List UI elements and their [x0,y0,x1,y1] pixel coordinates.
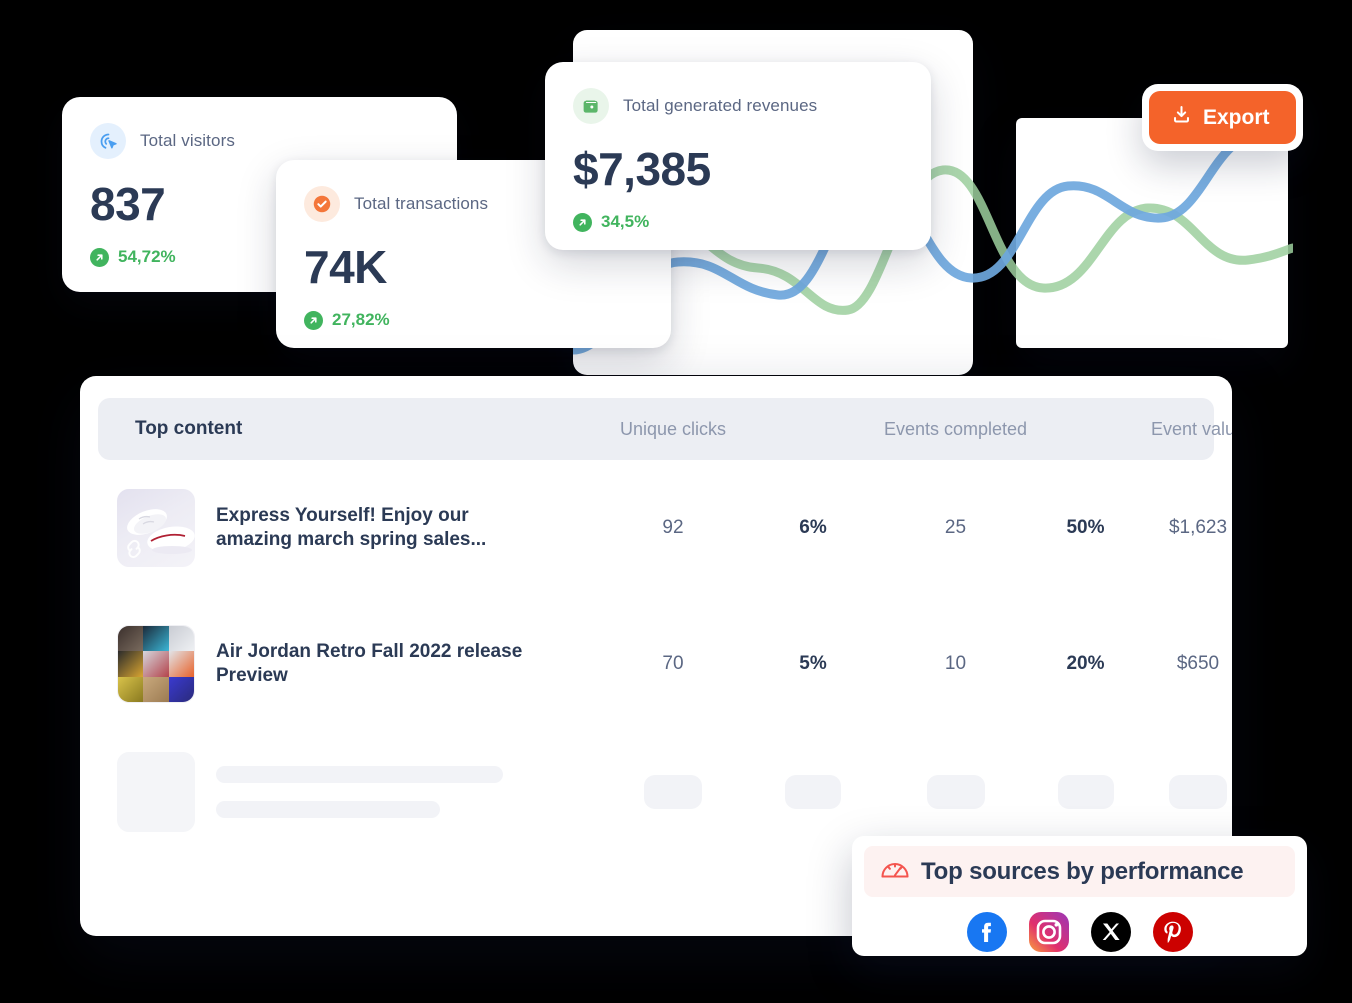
kpi-delta: 27,82% [304,310,641,330]
cell-unique-clicks: 70 [662,653,684,674]
pinterest-icon[interactable] [1152,911,1194,953]
arrow-up-right-icon [304,310,323,330]
kpi-delta-value: 27,82% [332,310,390,329]
kpi-value: 74K [304,241,387,293]
kpi-value: $7,385 [573,143,711,195]
export-button-label: Export [1203,105,1270,129]
table-row-skeleton [80,732,1232,852]
skeleton-cell [1033,775,1138,809]
kpi-delta-value: 34,5% [601,212,650,231]
table-header-row: Top content Unique clicks Events complet… [98,398,1232,460]
thumb-cell [118,626,144,652]
top-sources-card: Top sources by performance [852,836,1307,956]
kpi-card-total-revenues: Total generated revenues $7,385 34,5% [545,62,931,250]
skeleton-cell [1138,775,1232,809]
social-network-icons [864,911,1295,953]
top-sources-title-row: Top sources by performance [864,846,1295,897]
top-sources-title: Top sources by performance [921,857,1244,885]
kpi-header: Total visitors [90,123,427,159]
sneaker-grid-thumbnail [117,625,195,703]
kpi-delta: 34,5% [573,212,901,232]
cell-events-completed: 10 [944,653,967,674]
column-header-event-value: Event value [1150,418,1232,439]
kpi-label: Total generated revenues [623,96,818,115]
download-icon [1171,104,1192,131]
thumb-cell [168,676,194,702]
cell-events-completed: 25 [944,517,967,538]
table-row[interactable]: Air Jordan Retro Fall 2022 release Previ… [80,596,1232,732]
wallet-icon [573,88,609,124]
skeleton-title-cell [98,752,598,832]
export-button[interactable]: Export [1149,91,1296,144]
skeleton-line [216,801,440,818]
column-header-events-completed: Events completed [883,418,1028,439]
thumb-cell [118,651,144,677]
kpi-delta-value: 54,72% [118,247,176,266]
export-button-wrapper: Export [1142,84,1303,151]
table-row[interactable]: Express Yourself! Enjoy our amazing marc… [80,460,1232,596]
thumb-cell [168,626,194,652]
cell-unique-clicks-pct: 6% [799,517,827,538]
skeleton-text-lines [216,766,503,818]
thumb-cell [143,626,169,652]
row-title-cell: Air Jordan Retro Fall 2022 release Previ… [98,625,598,703]
instagram-icon[interactable] [1028,911,1070,953]
kpi-label: Total transactions [354,194,489,213]
row-title: Express Yourself! Enjoy our amazing marc… [216,505,487,550]
cell-unique-clicks-pct: 5% [799,653,827,674]
cell-event-value: $650 [1176,653,1220,674]
link-icon [127,539,141,559]
thumb-cell [168,651,194,677]
column-header-unique-clicks: Unique clicks [619,418,727,439]
row-title-cell: Express Yourself! Enjoy our amazing marc… [98,489,598,567]
cell-event-value: $1,623 [1168,517,1228,538]
skeleton-thumbnail [117,752,195,832]
check-circle-icon [304,186,340,222]
arrow-up-right-icon [90,247,109,267]
skeleton-line [216,766,503,783]
thumb-cell [143,651,169,677]
cell-events-completed-pct: 50% [1066,517,1105,538]
thumb-cell [143,676,169,702]
white-sneakers-thumbnail [117,489,195,567]
thumb-cell [118,676,144,702]
cell-events-completed-pct: 20% [1066,653,1105,674]
dashboard-collage: Total visitors 837 54,72% Total transact… [0,0,1352,1003]
speedometer-icon [880,856,910,887]
cell-unique-clicks: 92 [662,517,684,538]
facebook-icon[interactable] [966,911,1008,953]
skeleton-cell [748,775,878,809]
row-title: Air Jordan Retro Fall 2022 release Previ… [216,641,523,686]
chart-panel-right [1016,118,1288,348]
column-header-top-content: Top content [135,418,243,439]
arrow-up-right-icon [573,212,592,232]
cursor-click-icon [90,123,126,159]
kpi-header: Total generated revenues [573,88,901,124]
skeleton-cell [598,775,748,809]
x-twitter-icon[interactable] [1090,911,1132,953]
kpi-label: Total visitors [140,131,235,150]
skeleton-cell [878,775,1033,809]
